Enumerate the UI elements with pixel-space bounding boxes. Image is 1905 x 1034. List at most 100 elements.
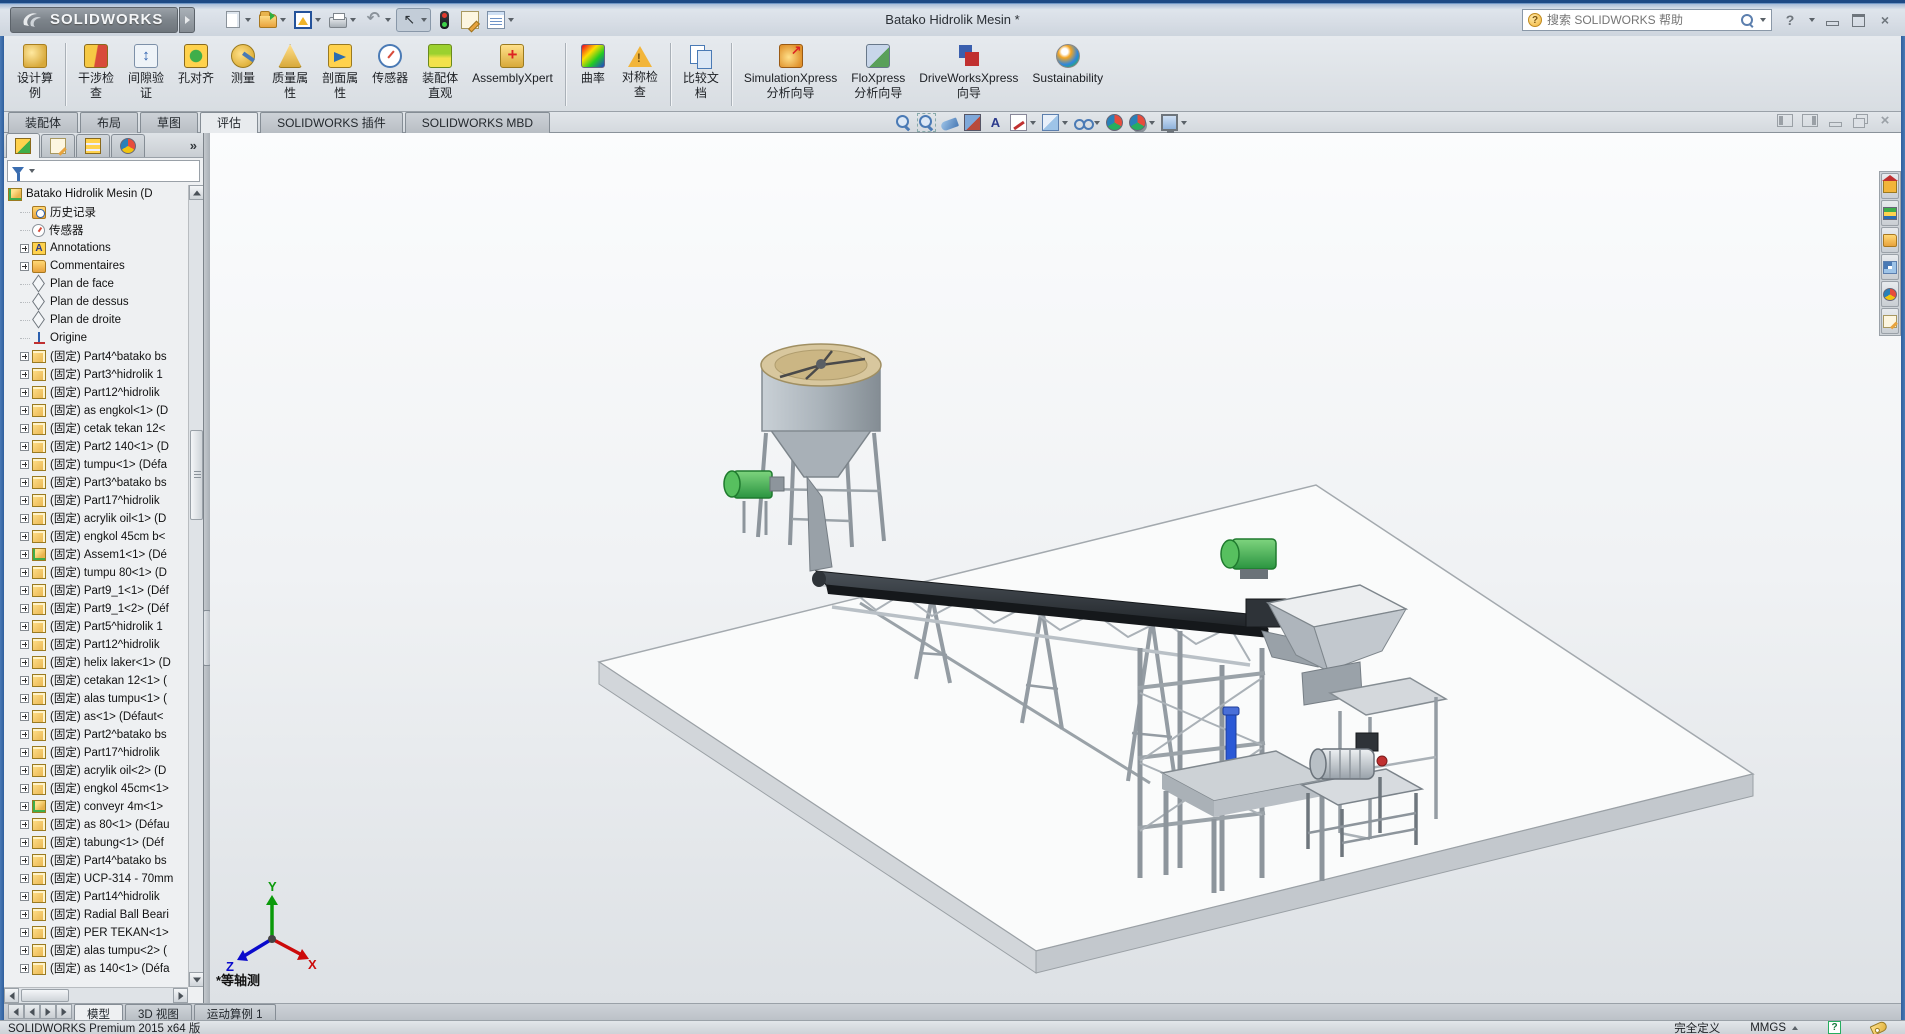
display-style-button[interactable] <box>1042 114 1068 131</box>
ribbon-button[interactable]: FloXpress 分析向导 <box>844 40 912 109</box>
expand-icon[interactable] <box>20 676 29 685</box>
tree-item[interactable]: 历史记录 <box>4 203 188 221</box>
expand-icon[interactable] <box>20 928 29 937</box>
resources-home-button[interactable] <box>1881 173 1899 199</box>
section-view-button[interactable] <box>964 114 981 131</box>
tree-item[interactable]: (固定) Part2^batako bs <box>4 725 188 743</box>
expand-icon[interactable] <box>20 442 29 451</box>
dropdown-caret-icon[interactable] <box>280 18 286 22</box>
command-tab[interactable]: 评估 <box>200 112 258 133</box>
options-button[interactable] <box>484 9 517 31</box>
view-settings-button[interactable] <box>1161 114 1187 131</box>
configurationmanager-button[interactable] <box>76 134 110 157</box>
ribbon-button[interactable]: 质量属 性 <box>265 40 315 109</box>
help-button[interactable]: ? <box>1780 12 1800 28</box>
tree-item[interactable]: (固定) Part12^hidrolik <box>4 635 188 653</box>
document-tab[interactable]: 运动算例 1 <box>194 1004 276 1020</box>
zoom-to-area-button[interactable] <box>918 114 935 131</box>
tab-scroll-first-button[interactable] <box>8 1004 24 1019</box>
ribbon-button[interactable]: 孔对齐 <box>171 40 221 109</box>
tree-item[interactable]: (固定) cetak tekan 12< <box>4 419 188 437</box>
collapse-right-pane-button[interactable] <box>1802 114 1818 127</box>
file-properties-button[interactable] <box>458 9 482 31</box>
expand-icon[interactable] <box>20 694 29 703</box>
expand-icon[interactable] <box>20 514 29 523</box>
tree-item[interactable]: Origine <box>4 329 188 347</box>
expand-icon[interactable] <box>20 820 29 829</box>
previous-view-button[interactable] <box>941 116 958 129</box>
ribbon-button[interactable]: 装配体 直观 <box>415 40 465 109</box>
tree-item[interactable]: (固定) tumpu<1> (Défa <box>4 455 188 473</box>
tree-item[interactable]: (固定) Part3^batako bs <box>4 473 188 491</box>
mixer-motor[interactable] <box>724 471 784 535</box>
expand-icon[interactable] <box>20 424 29 433</box>
tree-item[interactable]: (固定) Part14^hidrolik <box>4 887 188 905</box>
print-button[interactable] <box>326 10 359 30</box>
tree-item[interactable]: (固定) cetakan 12<1> ( <box>4 671 188 689</box>
rotate-view-button[interactable] <box>987 114 1004 131</box>
featuremanager-button[interactable] <box>6 133 40 158</box>
tree-item[interactable]: (固定) tumpu 80<1> (D <box>4 563 188 581</box>
tree-item[interactable]: (固定) Part9_1<2> (Déf <box>4 599 188 617</box>
appearances-scenes-button[interactable] <box>1881 281 1899 307</box>
scroll-thumb[interactable] <box>21 989 69 1002</box>
expand-icon[interactable] <box>20 478 29 487</box>
command-tab[interactable]: 布局 <box>80 112 138 133</box>
open-folder-button[interactable] <box>256 9 289 30</box>
expand-icon[interactable] <box>20 622 29 631</box>
command-tab[interactable]: 草图 <box>140 112 198 133</box>
tree-item[interactable]: Plan de face <box>4 275 188 293</box>
expand-icon[interactable] <box>20 568 29 577</box>
apply-scene-button[interactable] <box>1129 114 1155 131</box>
expand-icon[interactable] <box>20 406 29 415</box>
dropdown-caret-icon[interactable] <box>508 18 514 22</box>
tree-item[interactable]: (固定) PER TEKAN<1> <box>4 923 188 941</box>
hide-show-items-button[interactable] <box>1074 114 1100 131</box>
document-tab[interactable]: 模型 <box>74 1004 123 1020</box>
expand-icon[interactable] <box>20 532 29 541</box>
command-tab[interactable]: 装配体 <box>8 112 78 133</box>
graphics-viewport[interactable]: Y X Z *等轴测 <box>210 133 1901 1003</box>
ribbon-button[interactable]: DriveWorksXpress 向导 <box>912 40 1025 109</box>
dropdown-caret-icon[interactable] <box>350 18 356 22</box>
tab-scroll-last-button[interactable] <box>56 1004 72 1019</box>
view-orientation-button[interactable] <box>1010 114 1036 131</box>
tab-scroll-left-button[interactable] <box>24 1004 40 1019</box>
expand-icon[interactable] <box>20 838 29 847</box>
tree-item[interactable]: (固定) acrylik oil<2> (D <box>4 761 188 779</box>
tree-filter-bar[interactable] <box>7 160 200 182</box>
tree-item[interactable]: 传感器 <box>4 221 188 239</box>
tags-icon[interactable] <box>1870 1020 1889 1034</box>
tree-item[interactable]: Annotations <box>4 239 188 257</box>
window-close-button[interactable]: × <box>1875 12 1895 28</box>
tree-item[interactable]: (固定) conveyr 4m<1> <box>4 797 188 815</box>
tree-item[interactable]: (固定) Assem1<1> (Dé <box>4 545 188 563</box>
zoom-to-fit-button[interactable] <box>895 114 912 131</box>
tree-item[interactable]: (固定) Part12^hidrolik <box>4 383 188 401</box>
expand-icon[interactable] <box>20 748 29 757</box>
search-icon[interactable] <box>1740 13 1754 27</box>
expand-icon[interactable] <box>20 946 29 955</box>
document-minimize-button[interactable] <box>1827 114 1843 127</box>
window-minimize-button[interactable] <box>1823 13 1841 27</box>
ribbon-button[interactable]: 干涉检 查 <box>71 40 121 109</box>
document-close-button[interactable]: × <box>1877 114 1893 127</box>
scroll-left-button[interactable] <box>4 988 19 1003</box>
command-tab[interactable]: SOLIDWORKS 插件 <box>260 112 403 133</box>
tree-item[interactable]: (固定) as 80<1> (Défau <box>4 815 188 833</box>
ribbon-button[interactable]: 间隙验 证 <box>121 40 171 109</box>
tree-item[interactable]: (固定) Part9_1<1> (Déf <box>4 581 188 599</box>
expand-icon[interactable] <box>20 874 29 883</box>
expand-icon[interactable] <box>20 604 29 613</box>
ribbon-button[interactable]: 比较文 档 <box>676 40 726 109</box>
tree-item[interactable]: (固定) alas tumpu<2> ( <box>4 941 188 959</box>
ribbon-button[interactable]: 传感器 <box>365 40 415 109</box>
expand-icon[interactable] <box>20 856 29 865</box>
tree-item[interactable]: (固定) Part4^batako bs <box>4 347 188 365</box>
window-maximize-button[interactable] <box>1849 13 1867 27</box>
search-input[interactable] <box>1547 13 1735 27</box>
dropdown-caret-icon[interactable] <box>1030 121 1036 125</box>
expand-icon[interactable] <box>20 802 29 811</box>
tree-item[interactable]: (固定) engkol 45cm b< <box>4 527 188 545</box>
publish-edrawings-button[interactable] <box>291 9 324 31</box>
